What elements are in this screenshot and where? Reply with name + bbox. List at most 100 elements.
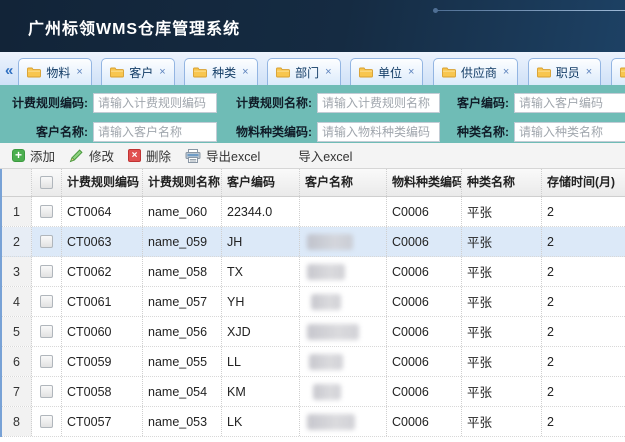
grid-toolbar: + 添加 修改 × 删除 xyxy=(0,143,625,169)
search-panel: 计费规则编码: 计费规则名称: 客户编码: 客户名称: 物料种类编码: 种类名称… xyxy=(0,85,625,143)
row-checkbox[interactable] xyxy=(40,325,53,338)
cell-category-code: C0006 xyxy=(387,227,462,256)
cell-category-name: 平张 xyxy=(462,347,542,376)
search-input-3[interactable] xyxy=(514,93,625,113)
cell-billing-rule-name: name_053 xyxy=(143,407,222,436)
add-icon: + xyxy=(12,149,25,162)
tab-5[interactable]: 单位 × xyxy=(350,58,423,85)
tab-close-icon[interactable]: × xyxy=(503,66,509,78)
import-excel-label: 导入excel xyxy=(298,146,352,165)
delete-button[interactable]: × 删除 xyxy=(124,144,181,168)
header-billing-rule-name[interactable]: 计费规则名称 xyxy=(143,169,222,196)
tab-2[interactable]: 客户 × xyxy=(101,58,174,85)
cell-customer-code: LK xyxy=(222,407,300,436)
cell-customer-name xyxy=(300,287,387,316)
cell-category-name: 平张 xyxy=(462,197,542,226)
table-row[interactable]: 8 CT0057 name_053 LK C0006 平张 2 xyxy=(2,407,625,437)
row-checkbox-cell xyxy=(32,257,62,286)
tab-7[interactable]: 职员 × xyxy=(528,58,601,85)
header-customer-code[interactable]: 客户编码 xyxy=(222,169,300,196)
row-number-cell: 3 xyxy=(2,257,32,286)
edit-button[interactable]: 修改 xyxy=(65,144,124,168)
row-checkbox[interactable] xyxy=(40,385,53,398)
cell-category-name: 平张 xyxy=(462,407,542,436)
tab-close-icon[interactable]: × xyxy=(242,66,248,78)
table-row[interactable]: 3 CT0062 name_058 TX C0006 平张 2 xyxy=(2,257,625,287)
cell-billing-rule-name: name_058 xyxy=(143,257,222,286)
cell-category-name: 平张 xyxy=(462,317,542,346)
printer-icon xyxy=(185,149,201,163)
search-field-label: 计费规则编码: xyxy=(2,94,90,111)
tab-label: 客户 xyxy=(129,64,153,81)
tab-close-icon[interactable]: × xyxy=(586,66,592,78)
cell-storage-months: 2 xyxy=(542,347,625,376)
header-category-name[interactable]: 种类名称 xyxy=(462,169,542,196)
cell-customer-code: YH xyxy=(222,287,300,316)
export-excel-button[interactable]: 导出excel xyxy=(181,144,270,168)
cell-category-code: C0006 xyxy=(387,377,462,406)
row-checkbox[interactable] xyxy=(40,265,53,278)
row-number-cell: 6 xyxy=(2,347,32,376)
cell-billing-rule-name: name_057 xyxy=(143,287,222,316)
table-row[interactable]: 7 CT0058 name_054 KM C0006 平张 2 xyxy=(2,377,625,407)
cell-customer-code: XJD xyxy=(222,317,300,346)
table-row[interactable]: 4 CT0061 name_057 YH C0006 平张 2 xyxy=(2,287,625,317)
row-checkbox[interactable] xyxy=(40,415,53,428)
tab-6[interactable]: 供应商 × xyxy=(433,58,518,85)
import-excel-button[interactable]: 导入excel xyxy=(294,144,362,168)
tab-close-icon[interactable]: × xyxy=(159,66,165,78)
redacted-customer-name xyxy=(311,294,341,310)
row-checkbox[interactable] xyxy=(40,235,53,248)
header-storage-months[interactable]: 存储时间(月) xyxy=(542,169,625,196)
row-number-cell: 4 xyxy=(2,287,32,316)
header-row-number xyxy=(2,169,32,196)
cell-category-name: 平张 xyxy=(462,377,542,406)
pencil-icon xyxy=(69,148,84,163)
table-row[interactable]: 1 CT0064 name_060 22344.0 C0006 平张 2 xyxy=(2,197,625,227)
table-row[interactable]: 2 CT0063 name_059 JH C0006 平张 2 xyxy=(2,227,625,257)
search-input-1[interactable] xyxy=(93,93,217,113)
cell-customer-code: 22344.0 xyxy=(222,197,300,226)
redacted-customer-name xyxy=(307,324,359,340)
cell-billing-rule-code: CT0061 xyxy=(62,287,143,316)
cell-category-name: 平张 xyxy=(462,227,542,256)
table-row[interactable]: 6 CT0059 name_055 LL C0006 平张 2 xyxy=(2,347,625,377)
header-category-code[interactable]: 物料种类编码 xyxy=(387,169,462,196)
cell-storage-months: 2 xyxy=(542,227,625,256)
search-field-label: 计费规则名称: xyxy=(220,94,314,111)
tab-close-icon[interactable]: × xyxy=(408,66,414,78)
row-checkbox[interactable] xyxy=(40,295,53,308)
tab-close-icon[interactable]: × xyxy=(76,66,82,78)
tab-3[interactable]: 种类 × xyxy=(184,58,257,85)
cell-billing-rule-code: CT0057 xyxy=(62,407,143,436)
cell-billing-rule-code: CT0058 xyxy=(62,377,143,406)
tab-1[interactable]: 物料 × xyxy=(18,58,91,85)
folder-icon xyxy=(537,67,551,78)
row-checkbox[interactable] xyxy=(40,355,53,368)
table-row[interactable]: 5 CT0060 name_056 XJD C0006 平张 2 xyxy=(2,317,625,347)
cell-storage-months: 2 xyxy=(542,407,625,436)
cell-storage-months: 2 xyxy=(542,287,625,316)
tab-8[interactable]: 仓库 × xyxy=(611,58,625,85)
tab-close-icon[interactable]: × xyxy=(325,66,331,78)
add-button[interactable]: + 添加 xyxy=(8,144,65,168)
tab-4[interactable]: 部门 × xyxy=(267,58,340,85)
cell-category-name: 平张 xyxy=(462,257,542,286)
cell-category-code: C0006 xyxy=(387,347,462,376)
search-input-6[interactable] xyxy=(514,122,625,142)
header-billing-rule-code[interactable]: 计费规则编码 xyxy=(62,169,143,196)
search-input-2[interactable] xyxy=(317,93,440,113)
folder-icon xyxy=(620,67,625,78)
cell-customer-name xyxy=(300,227,387,256)
select-all-checkbox[interactable] xyxy=(40,176,53,189)
search-field-label: 客户编码: xyxy=(443,94,511,111)
folder-icon xyxy=(276,67,290,78)
header-customer-name[interactable]: 客户名称 xyxy=(300,169,387,196)
search-input-4[interactable] xyxy=(93,122,217,142)
tabs-container: 物料 × 客户 × 种类 × 部门 × xyxy=(18,58,625,85)
search-input-5[interactable] xyxy=(317,122,440,142)
cell-billing-rule-code: CT0064 xyxy=(62,197,143,226)
row-checkbox[interactable] xyxy=(40,205,53,218)
row-checkbox-cell xyxy=(32,347,62,376)
collapse-tabs-icon[interactable]: « xyxy=(5,63,13,78)
